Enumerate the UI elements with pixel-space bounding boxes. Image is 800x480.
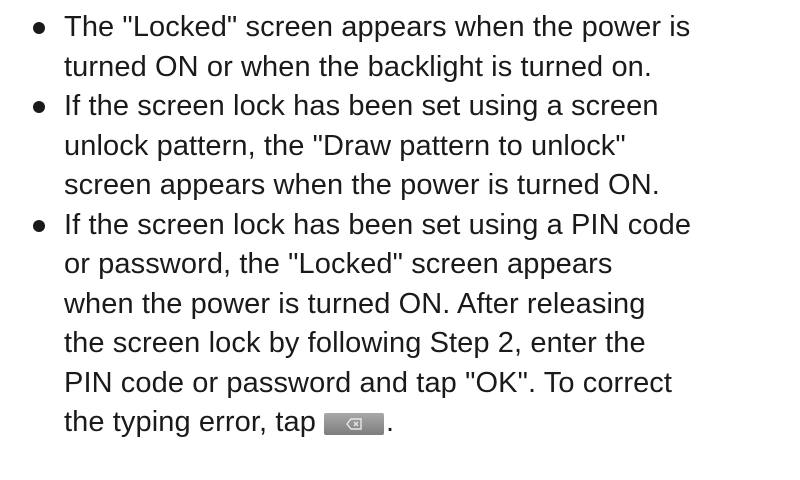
bullet-dot	[33, 101, 45, 113]
text-after-icon: .	[385, 406, 395, 438]
backspace-key-icon	[323, 413, 384, 435]
bullet-item-pattern-lock: If the screen lock has been set using a …	[32, 87, 792, 206]
backspace-glyph-icon	[346, 418, 362, 430]
text-line: or password, the "Locked" screen appears	[64, 248, 613, 280]
text-line: If the screen lock has been set using a …	[64, 90, 659, 122]
bullet-item-locked-screen: The "Locked" screen appears when the pow…	[32, 8, 792, 87]
text-line: the screen lock by following Step 2, ent…	[64, 327, 646, 359]
text-line: screen appears when the power is turned …	[64, 169, 660, 201]
text-line: when the power is turned ON. After relea…	[64, 287, 646, 320]
bullet-dot	[33, 22, 45, 34]
text-line-with-icon: the typing error, tap.	[64, 403, 792, 443]
bullet-item-pin-lock: If the screen lock has been set using a …	[32, 206, 792, 443]
text-line: turned ON or when the backlight is turne…	[64, 50, 653, 83]
text-line: If the screen lock has been set using a …	[64, 208, 692, 241]
bullet-list: The "Locked" screen appears when the pow…	[32, 8, 792, 443]
instruction-document: The "Locked" screen appears when the pow…	[0, 0, 800, 480]
text-line: unlock pattern, the "Draw pattern to unl…	[64, 129, 626, 162]
bullet-dot	[33, 219, 45, 232]
text-line: PIN code or password and tap "OK". To co…	[64, 366, 673, 399]
text-before-icon: the typing error, tap	[64, 406, 316, 438]
text-line: The "Locked" screen appears when the pow…	[64, 11, 691, 43]
